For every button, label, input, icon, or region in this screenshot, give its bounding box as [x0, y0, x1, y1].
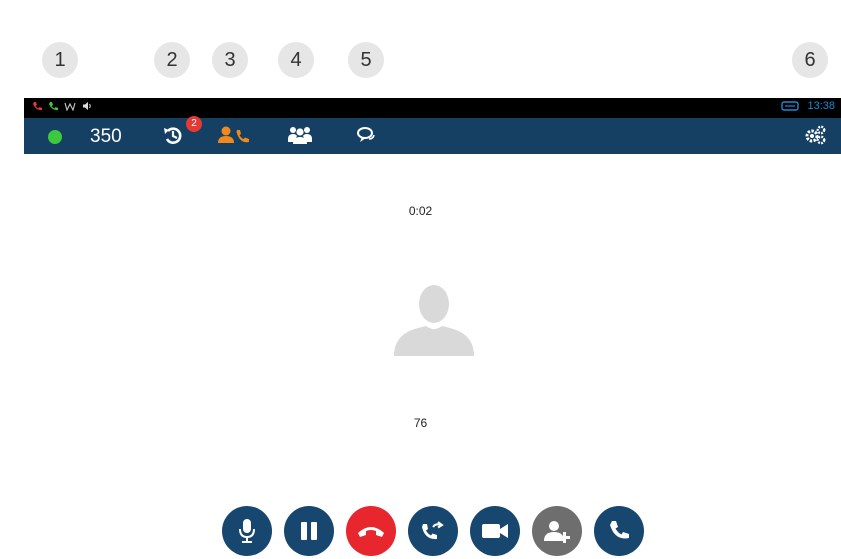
dialpad-call-button[interactable]	[594, 506, 644, 556]
video-camera-icon	[482, 524, 508, 538]
hold-button[interactable]	[284, 506, 334, 556]
call-icon	[49, 102, 58, 111]
callout-5: 5	[348, 42, 384, 78]
add-person-icon	[544, 521, 570, 543]
voicemail-icon	[781, 101, 800, 111]
contacts-icon	[218, 126, 249, 143]
status-bar: 13:38	[24, 98, 841, 118]
hangup-icon	[358, 527, 384, 537]
hangup-button[interactable]	[346, 506, 396, 556]
contacts-tab[interactable]	[216, 122, 252, 153]
microphone-icon	[239, 519, 255, 543]
extension-number[interactable]: 350	[90, 126, 122, 148]
history-tab[interactable]	[160, 122, 186, 153]
history-badge: 2	[186, 116, 202, 132]
phone-icon	[610, 521, 629, 539]
presence-indicator[interactable]	[48, 130, 62, 144]
transfer-icon	[422, 521, 444, 540]
settings-button[interactable]	[802, 122, 828, 153]
volume-icon	[83, 102, 91, 110]
pause-icon	[301, 522, 317, 540]
missed-call-icon	[33, 102, 42, 111]
callout-3: 3	[212, 42, 248, 78]
conference-icon	[288, 127, 312, 144]
top-nav-bar: 350 2	[24, 116, 841, 154]
add-participant-button[interactable]	[532, 506, 582, 556]
call-duration: 0:02	[408, 204, 433, 218]
status-time: 13:38	[807, 100, 835, 112]
mute-button[interactable]	[222, 506, 272, 556]
conference-tab[interactable]	[286, 122, 314, 153]
callout-6: 6	[792, 42, 828, 78]
callout-2: 2	[154, 42, 190, 78]
callout-4: 4	[278, 42, 314, 78]
settings-icon	[805, 125, 826, 145]
caller-avatar	[392, 282, 476, 363]
caller-number: 76	[413, 416, 428, 430]
chat-tab[interactable]	[354, 122, 378, 153]
video-button[interactable]	[470, 506, 520, 556]
callout-1: 1	[42, 42, 78, 78]
transfer-button[interactable]	[408, 506, 458, 556]
history-icon	[164, 127, 182, 144]
person-icon	[394, 285, 474, 356]
chat-icon	[357, 127, 375, 142]
wifi-icon	[64, 102, 76, 111]
